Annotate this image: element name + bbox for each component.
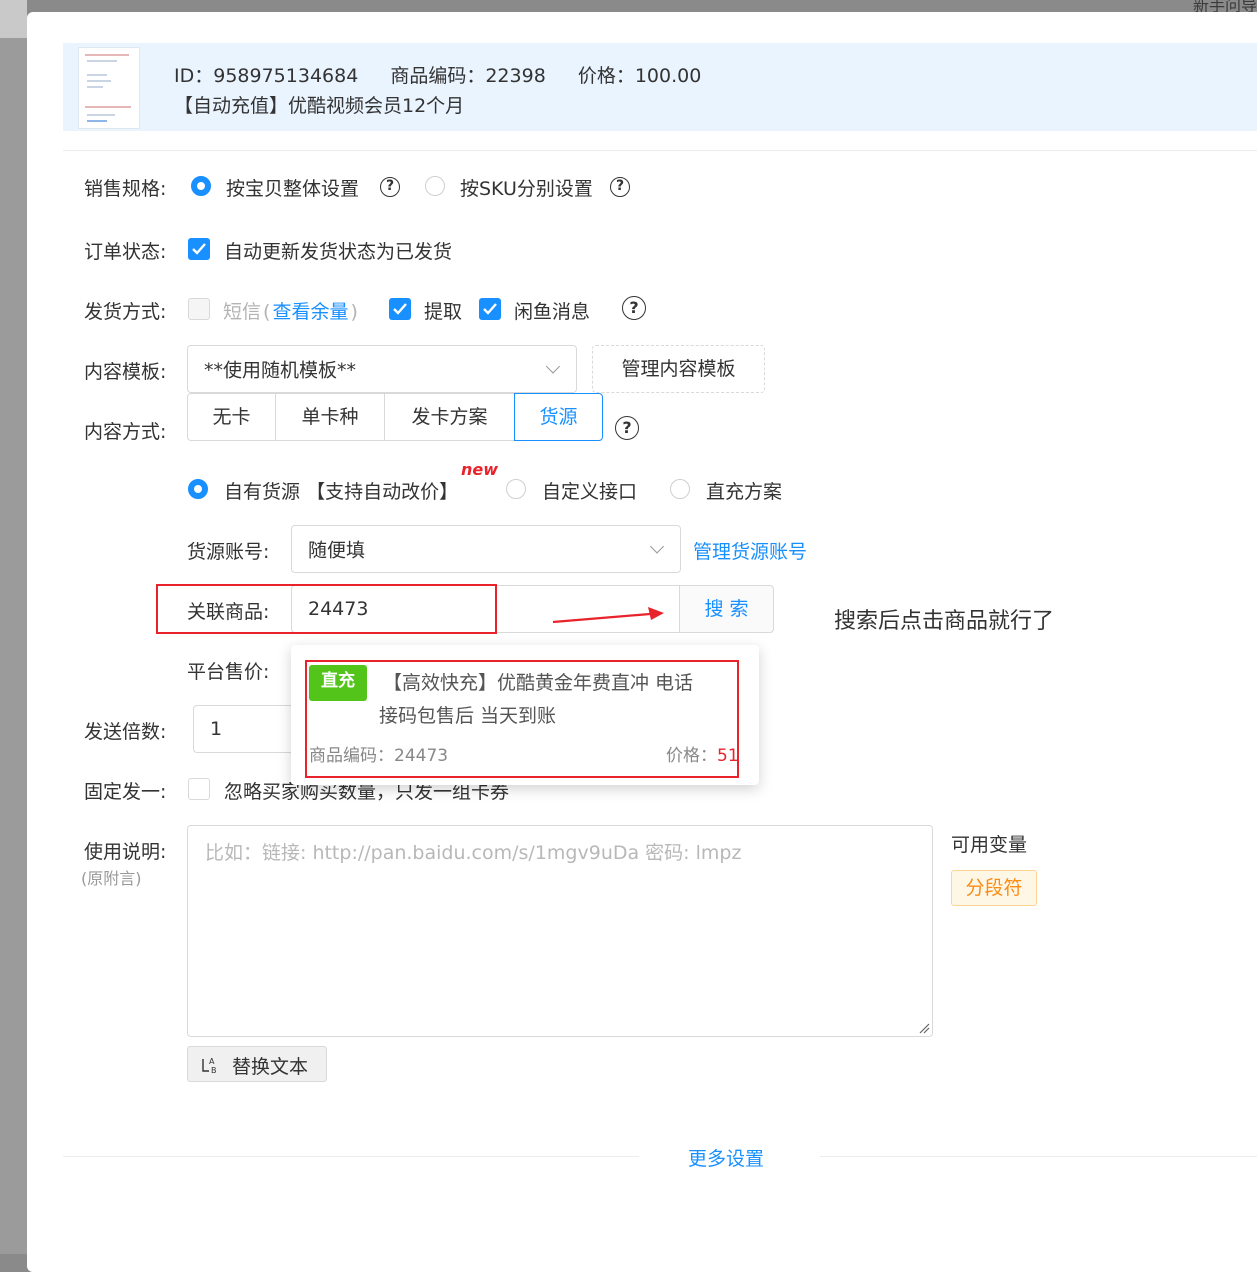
tab-no-card[interactable]: 无卡	[187, 393, 276, 441]
backdrop-left-top	[0, 0, 27, 38]
help-icon[interactable]: ?	[622, 296, 646, 320]
send-multiplier-value: 1	[210, 718, 223, 740]
source-radio-custom-api[interactable]	[506, 479, 526, 499]
check-icon	[192, 243, 206, 255]
tab-single-card[interactable]: 单卡种	[275, 393, 385, 441]
sales-spec-radio-sku[interactable]	[425, 176, 445, 196]
source-option-own-label: 自有货源	[224, 481, 301, 503]
manage-source-account-link[interactable]: 管理货源账号	[693, 537, 807, 564]
usage-sublabel: (原附言)	[81, 869, 142, 888]
fixed-one-checkbox[interactable]	[188, 778, 210, 800]
more-settings-link[interactable]: 更多设置	[688, 1144, 764, 1171]
fixed-one-label: 固定发一:	[84, 781, 167, 803]
sms-checkbox[interactable]	[188, 298, 210, 320]
sales-spec-radio-whole[interactable]	[191, 176, 211, 196]
send-multiplier-label: 发送倍数:	[84, 721, 167, 743]
xianyu-checkbox[interactable]	[479, 298, 501, 320]
product-thumbnail	[78, 47, 140, 129]
available-vars-label: 可用变量	[951, 834, 1028, 856]
tab-card-plan[interactable]: 发卡方案	[384, 393, 515, 441]
product-id: ID：958975134684	[174, 65, 359, 87]
more-settings-divider-left	[63, 1156, 639, 1157]
help-icon[interactable]: ?	[615, 416, 639, 440]
replace-text-button[interactable]: A B 替换文本	[187, 1046, 327, 1082]
source-option-custom-api[interactable]: 自定义接口	[542, 477, 637, 504]
new-badge: new	[461, 460, 499, 479]
sms-option[interactable]: 短信(查看余量)	[223, 297, 358, 324]
backdrop-left	[0, 0, 27, 1254]
template-label: 内容模板:	[84, 361, 167, 383]
extract-label[interactable]: 提取	[424, 297, 462, 324]
source-account-select[interactable]: 随便填	[291, 525, 681, 573]
header-divider	[63, 150, 1257, 151]
source-option-own-note: 【支持自动改价】	[306, 481, 459, 503]
help-icon[interactable]: ?	[610, 177, 630, 197]
resize-handle-icon[interactable]	[918, 1022, 930, 1034]
replace-text-icon: A B	[202, 1057, 217, 1075]
content-mode-label: 内容方式:	[84, 421, 167, 443]
sales-spec-label: 销售规格:	[84, 178, 167, 200]
usage-placeholder: 比如：链接: http://pan.baidu.com/s/1mgv9uDa 密…	[205, 842, 742, 864]
backdrop-top-right-text: 新手问导	[1192, 0, 1257, 12]
annotation-note: 搜索后点击商品就行了	[834, 609, 1055, 634]
help-icon[interactable]: ?	[380, 177, 400, 197]
xianyu-label[interactable]: 闲鱼消息	[514, 297, 590, 324]
product-meta: ID：958975134684 商品编码：22398 价格：100.00	[174, 61, 727, 88]
check-icon	[483, 303, 497, 315]
sales-spec-option-whole[interactable]: 按宝贝整体设置	[226, 174, 359, 201]
more-settings-divider-right	[820, 1156, 1257, 1157]
chevron-down-icon	[545, 359, 561, 374]
annotation-redbox-input	[156, 584, 497, 634]
source-radio-direct[interactable]	[670, 479, 690, 499]
replace-text-label: 替换文本	[232, 1056, 309, 1078]
source-option-direct[interactable]: 直充方案	[706, 477, 782, 504]
product-settings-modal: ID：958975134684 商品编码：22398 价格：100.00 【自动…	[27, 12, 1257, 1272]
sms-paren-open: (	[263, 301, 271, 323]
sms-label: 短信	[223, 301, 262, 323]
manage-template-button[interactable]: 管理内容模板	[592, 345, 765, 393]
template-select[interactable]: **使用随机模板**	[187, 345, 577, 393]
annotation-redbox-result	[305, 660, 739, 778]
source-account-value: 随便填	[308, 539, 366, 562]
product-code: 商品编码：22398	[390, 65, 546, 87]
usage-textarea[interactable]: 比如：链接: http://pan.baidu.com/s/1mgv9uDa 密…	[187, 825, 933, 1037]
svg-text:A: A	[209, 1057, 215, 1066]
chevron-down-icon	[649, 539, 665, 554]
source-radio-own[interactable]	[188, 479, 208, 499]
search-button[interactable]: 搜 索	[679, 585, 774, 633]
source-option-own[interactable]: 自有货源 【支持自动改价】	[224, 477, 458, 504]
order-status-checkbox-label[interactable]: 自动更新发货状态为已发货	[224, 237, 452, 264]
template-select-value: **使用随机模板**	[204, 359, 357, 382]
platform-price-label: 平台售价:	[187, 661, 270, 683]
check-icon	[393, 303, 407, 315]
segment-var-tag[interactable]: 分段符	[951, 870, 1037, 906]
source-account-label: 货源账号:	[187, 541, 270, 563]
svg-text:B: B	[211, 1066, 217, 1075]
order-status-label: 订单状态:	[84, 241, 167, 263]
sales-spec-option-sku[interactable]: 按SKU分别设置	[460, 174, 593, 201]
extract-checkbox[interactable]	[389, 298, 411, 320]
sms-balance-link[interactable]: 查看余量	[272, 301, 348, 323]
tab-source[interactable]: 货源	[514, 393, 603, 441]
product-title: 【自动充值】优酷视频会员12个月	[174, 95, 465, 117]
annotation-arrow-icon	[552, 607, 664, 624]
usage-label: 使用说明:	[84, 841, 167, 863]
product-header: ID：958975134684 商品编码：22398 价格：100.00 【自动…	[63, 43, 1257, 131]
product-price: 价格：100.00	[577, 65, 702, 87]
delivery-label: 发货方式:	[84, 301, 167, 323]
order-status-checkbox[interactable]	[188, 238, 210, 260]
sms-paren-close: )	[350, 301, 358, 323]
